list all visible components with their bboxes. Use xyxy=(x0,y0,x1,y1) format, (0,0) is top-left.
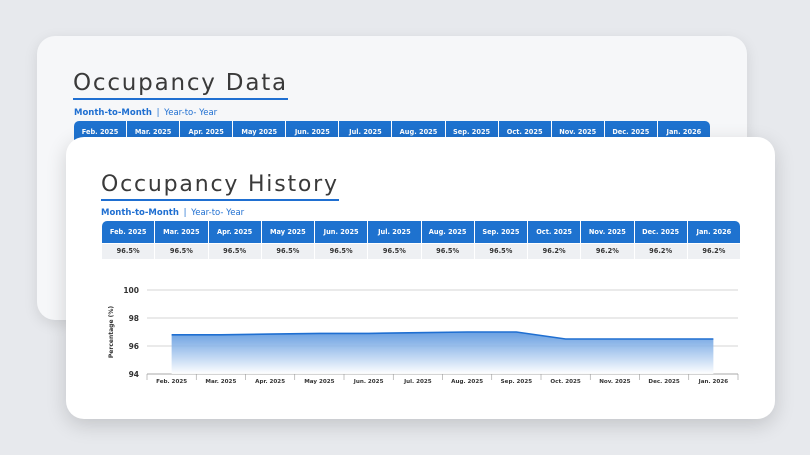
x-tick-label: Oct. 2025 xyxy=(550,379,580,385)
toggle-separator: | xyxy=(156,108,160,118)
x-tick-label: Apr. 2025 xyxy=(255,379,285,385)
x-tick-label: Sep. 2025 xyxy=(501,379,533,385)
x-tick-label: Mar. 2025 xyxy=(205,379,236,385)
x-tick-label: Nov. 2025 xyxy=(599,379,630,385)
x-tick-label: Feb. 2025 xyxy=(156,379,187,385)
x-tick-label: Jul. 2025 xyxy=(403,379,432,385)
year-to-year-toggle[interactable]: Year-to- Year xyxy=(164,108,217,118)
occupancy-chart: 94 96 98 100 Feb. 2025 Mar. 2025 Apr. 2025 May … xyxy=(108,286,739,385)
x-tick-label: Aug. 2025 xyxy=(451,379,483,385)
x-tick-label: Jun. 2025 xyxy=(353,379,384,385)
y-tick-label: 98 xyxy=(129,314,139,323)
x-tick-label: May 2025 xyxy=(304,379,334,385)
x-tick-label: Jan. 2026 xyxy=(698,379,729,385)
y-tick-label: 100 xyxy=(123,286,139,295)
y-tick-label: 96 xyxy=(129,342,139,351)
month-to-month-toggle[interactable]: Month-to-Month xyxy=(74,108,152,118)
occupancy-history-card: Occupancy History Month-to-Month | Year-… xyxy=(66,137,775,419)
x-tick-label: Dec. 2025 xyxy=(648,379,680,385)
y-axis-label: Percentage (%) xyxy=(108,306,115,358)
occupancy-data-title: Occupancy Data xyxy=(73,70,288,100)
period-toggle: Month-to-Month | Year-to- Year xyxy=(74,108,217,118)
y-tick-label: 94 xyxy=(129,370,139,379)
